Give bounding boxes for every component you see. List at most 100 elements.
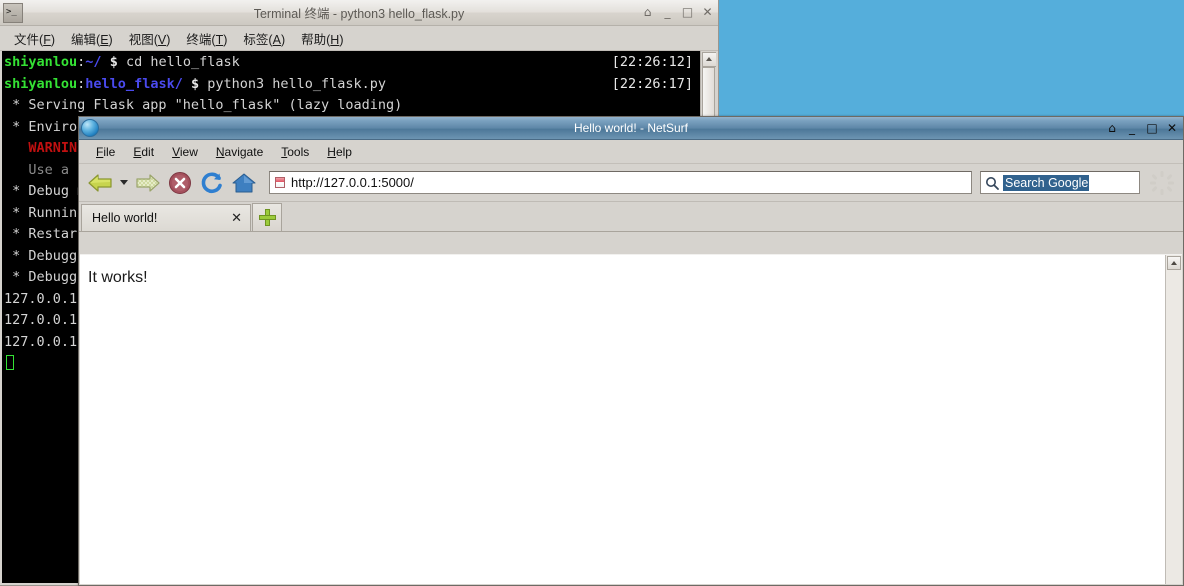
terminal-text: * Serving Flask app "hello_flask" (lazy …: [4, 97, 403, 113]
browser-menu-navigate[interactable]: Navigate: [207, 143, 272, 161]
terminal-text: hello_flask/: [85, 75, 183, 92]
forward-button[interactable]: [133, 168, 163, 198]
tab-hello-world[interactable]: Hello world! ✕: [81, 204, 251, 231]
stop-button[interactable]: [165, 168, 195, 198]
browser-toolbar: http://127.0.0.1:5000/ Search Google: [79, 164, 1183, 202]
menu-label: dit: [141, 144, 155, 159]
menu-mnemonic: E: [100, 32, 109, 47]
browser-title: Hello world! - NetSurf: [573, 121, 689, 135]
terminal-line: * Serving Flask app "hello_flask" (lazy …: [2, 95, 701, 117]
terminal-timestamp: [22:26:12]: [611, 54, 693, 70]
menu-label: avigate: [224, 144, 264, 159]
minimize-icon[interactable]: _: [1126, 122, 1138, 134]
url-text: http://127.0.0.1:5000/: [291, 175, 414, 190]
plus-icon: [258, 209, 276, 226]
scroll-up-icon[interactable]: [1167, 256, 1181, 270]
terminal-text: shiyanlou: [4, 75, 78, 92]
menu-mnemonic: H: [330, 32, 340, 47]
menu-mnemonic: N: [215, 144, 225, 159]
menu-label: 视图: [128, 32, 154, 47]
search-input[interactable]: Search Google: [1003, 174, 1090, 191]
close-icon[interactable]: ✕: [1166, 122, 1178, 134]
menu-label: elp: [335, 144, 352, 159]
desktop: Terminal 终端 - python3 hello_flask.py ⌂ _…: [0, 0, 1184, 586]
menu-mnemonic: A: [272, 32, 281, 47]
new-tab-button[interactable]: [252, 203, 282, 231]
terminal-text: cd hello_flask: [117, 54, 240, 70]
menu-mnemonic: V: [172, 144, 180, 159]
browser-menu-help[interactable]: Help: [318, 143, 361, 161]
url-bar[interactable]: http://127.0.0.1:5000/: [269, 171, 972, 194]
search-bar[interactable]: Search Google: [980, 171, 1140, 194]
browser-vertical-scrollbar[interactable]: [1165, 255, 1182, 584]
browser-content-area[interactable]: It works!: [80, 254, 1182, 584]
close-icon[interactable]: ✕: [701, 6, 714, 19]
browser-menu-view[interactable]: View: [163, 143, 207, 161]
netsurf-browser-window[interactable]: Hello world! - NetSurf ⌂ _ □ ✕ File Edit…: [78, 116, 1184, 586]
maximize-icon[interactable]: □: [1146, 122, 1158, 134]
menu-mnemonic: H: [327, 144, 336, 159]
stop-icon: [169, 171, 191, 194]
terminal-menu-tabs[interactable]: 标签(A): [235, 27, 293, 50]
menu-label: ools: [287, 144, 310, 159]
close-icon[interactable]: ✕: [231, 212, 242, 225]
terminal-menu-file[interactable]: 文件(F): [6, 27, 63, 50]
menu-label: 帮助: [301, 32, 327, 47]
terminal-cursor: [6, 355, 14, 370]
back-button[interactable]: [85, 168, 115, 198]
page-favicon-icon: [275, 177, 285, 188]
terminal-menu-view[interactable]: 视图(V): [121, 27, 179, 50]
reload-icon: [201, 172, 222, 193]
menu-label: ile: [103, 144, 116, 159]
shade-icon[interactable]: ⌂: [641, 6, 654, 19]
terminal-window-buttons: ⌂ _ □ ✕: [641, 0, 714, 25]
throbber-icon: [1149, 170, 1175, 196]
terminal-text: $: [190, 75, 200, 92]
minimize-icon[interactable]: _: [661, 6, 674, 19]
home-button[interactable]: [229, 168, 259, 198]
menu-mnemonic: T: [215, 32, 224, 47]
forward-arrow-icon: [136, 173, 160, 192]
terminal-text: ~/: [85, 54, 102, 70]
home-icon: [232, 173, 256, 192]
browser-titlebar[interactable]: Hello world! - NetSurf ⌂ _ □ ✕: [79, 117, 1183, 140]
terminal-menu-help[interactable]: 帮助(H): [293, 27, 351, 50]
terminal-title: Terminal 终端 - python3 hello_flask.py: [253, 7, 465, 21]
search-icon: [986, 176, 999, 190]
browser-tabbar: Hello world! ✕: [79, 202, 1183, 232]
terminal-menu-terminal[interactable]: 终端(T): [178, 27, 235, 50]
terminal-line: shiyanlou:~/ $ cd hello_flask [22:26:12]: [2, 52, 701, 74]
terminal-line: shiyanlou:hello_flask/ $ python3 hello_f…: [2, 74, 701, 96]
browser-window-buttons: ⌂ _ □ ✕: [1106, 117, 1178, 139]
terminal-text: python3 hello_flask.py: [199, 75, 387, 92]
shade-icon[interactable]: ⌂: [1106, 122, 1118, 134]
tab-label: Hello world!: [92, 211, 158, 225]
browser-menubar: File Edit View Navigate Tools Help: [79, 140, 1183, 164]
page-body-text: It works!: [88, 269, 148, 286]
history-dropdown-button[interactable]: [117, 168, 131, 198]
menu-label: 编辑: [71, 32, 97, 47]
terminal-menubar: 文件(F) 编辑(E) 视图(V) 终端(T) 标签(A) 帮助(H): [0, 26, 718, 51]
scroll-up-icon[interactable]: [702, 52, 716, 67]
menu-label: 文件: [14, 32, 40, 47]
menu-label: 标签: [243, 32, 269, 47]
menu-label: iew: [179, 144, 198, 159]
maximize-icon[interactable]: □: [681, 6, 694, 19]
terminal-titlebar[interactable]: Terminal 终端 - python3 hello_flask.py ⌂ _…: [0, 0, 718, 26]
terminal-text: shiyanlou: [4, 54, 78, 70]
browser-menu-file[interactable]: File: [87, 143, 124, 161]
globe-icon: [81, 119, 99, 137]
terminal-icon: [3, 2, 23, 23]
terminal-menu-edit[interactable]: 编辑(E): [63, 27, 121, 50]
browser-menu-tools[interactable]: Tools: [272, 143, 318, 161]
browser-menu-edit[interactable]: Edit: [124, 143, 163, 161]
menu-mnemonic: F: [43, 32, 51, 47]
back-arrow-icon: [88, 173, 112, 192]
menu-label: 终端: [186, 32, 212, 47]
terminal-timestamp: [22:26:17]: [611, 75, 693, 92]
menu-mnemonic: V: [157, 32, 167, 47]
reload-button[interactable]: [197, 168, 227, 198]
terminal-scrollbar-thumb[interactable]: [702, 67, 715, 117]
